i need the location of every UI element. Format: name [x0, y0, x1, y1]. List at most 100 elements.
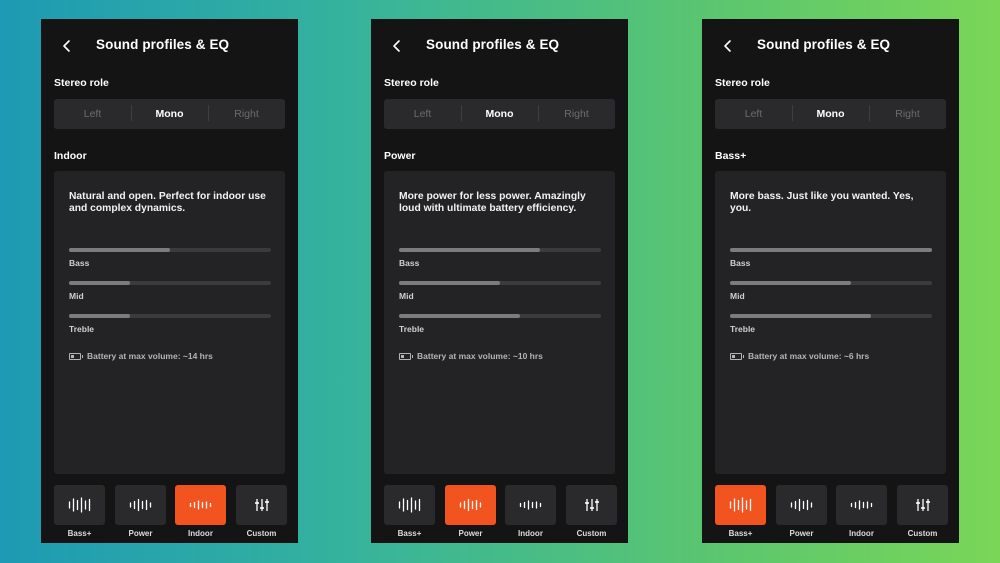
- stereo-option-left[interactable]: Left: [54, 108, 131, 120]
- indoor-waveform-icon: [850, 497, 874, 513]
- tab-button[interactable]: [505, 485, 556, 525]
- tab-button[interactable]: [836, 485, 887, 525]
- stereo-role-label: Stereo role: [384, 77, 439, 89]
- eq-track: [69, 314, 271, 318]
- eq-bar-mid: Mid: [730, 281, 932, 301]
- tab-indoor-waveform[interactable]: Indoor: [505, 485, 556, 538]
- phone-screen: Sound profiles & EQ Stereo role Left Mono Ri…: [702, 19, 959, 543]
- stereo-option-right[interactable]: Right: [208, 105, 285, 121]
- header: Sound profiles & EQ: [702, 35, 959, 57]
- profile-name: Power: [384, 150, 416, 162]
- bass-plus-waveform-icon: [729, 497, 753, 513]
- profile-tab-bar: Bass+ Power Indoor Custom: [384, 485, 617, 538]
- indoor-waveform-icon: [519, 497, 543, 513]
- back-chevron-icon[interactable]: [390, 36, 404, 56]
- eq-bar-label: Bass: [730, 258, 751, 268]
- tab-indoor-waveform[interactable]: Indoor: [836, 485, 887, 538]
- bass-plus-waveform-icon: [398, 497, 422, 513]
- tab-button[interactable]: [715, 485, 766, 525]
- profile-name: Bass+: [715, 150, 747, 162]
- eq-track: [399, 248, 601, 252]
- page-title: Sound profiles & EQ: [96, 37, 230, 52]
- power-waveform-icon: [129, 497, 153, 513]
- tab-button[interactable]: [897, 485, 948, 525]
- stereo-role-label: Stereo role: [715, 77, 770, 89]
- eq-bar-mid: Mid: [399, 281, 601, 301]
- eq-track: [69, 281, 271, 285]
- back-chevron-icon[interactable]: [721, 36, 735, 56]
- tab-power-waveform[interactable]: Power: [445, 485, 496, 538]
- eq-bar-label: Mid: [399, 291, 414, 301]
- header: Sound profiles & EQ: [41, 35, 298, 57]
- tab-button[interactable]: [566, 485, 617, 525]
- page-title: Sound profiles & EQ: [757, 37, 891, 52]
- tab-label: Custom: [907, 529, 938, 538]
- stereo-option-left[interactable]: Left: [715, 108, 792, 120]
- eq-bar-bass: Bass: [399, 248, 601, 268]
- eq-bar-label: Mid: [730, 291, 745, 301]
- profile-description: More power for less power. Amazingly lou…: [399, 191, 586, 215]
- profile-tab-bar: Bass+ Power Indoor Custom: [54, 485, 287, 538]
- tab-label: Indoor: [188, 529, 213, 538]
- tab-button[interactable]: [776, 485, 827, 525]
- stereo-option-right[interactable]: Right: [538, 105, 615, 121]
- phone-screen: Sound profiles & EQ Stereo role Left Mono Ri…: [371, 19, 628, 543]
- tab-indoor-waveform[interactable]: Indoor: [175, 485, 226, 538]
- profile-tab-bar: Bass+ Power Indoor Custom: [715, 485, 948, 538]
- header: Sound profiles & EQ: [371, 35, 628, 57]
- tab-button[interactable]: [236, 485, 287, 525]
- stereo-role-segmented-control: Left Mono Right: [54, 99, 285, 129]
- tab-label: Power: [458, 529, 483, 538]
- eq-bar-label: Treble: [69, 324, 95, 334]
- tab-custom-eq-sliders[interactable]: Custom: [236, 485, 287, 538]
- tab-button[interactable]: [54, 485, 105, 525]
- battery-text: Battery at max volume: ~6 hrs: [748, 351, 870, 361]
- stereo-option-left[interactable]: Left: [384, 108, 461, 120]
- eq-track: [399, 314, 601, 318]
- tab-custom-eq-sliders[interactable]: Custom: [897, 485, 948, 538]
- tab-label: Indoor: [518, 529, 543, 538]
- tab-label: Power: [128, 529, 153, 538]
- eq-bar-treble: Treble: [730, 314, 932, 334]
- tab-button[interactable]: [175, 485, 226, 525]
- profile-description: More bass. Just like you wanted. Yes, yo…: [730, 191, 914, 215]
- tab-button[interactable]: [384, 485, 435, 525]
- eq-bar-label: Bass: [399, 258, 420, 268]
- eq-fill: [69, 281, 130, 285]
- tab-bass-plus-waveform[interactable]: Bass+: [384, 485, 435, 538]
- tab-power-waveform[interactable]: Power: [776, 485, 827, 538]
- eq-bar-label: Bass: [69, 258, 90, 268]
- tab-bass-plus-waveform[interactable]: Bass+: [54, 485, 105, 538]
- page-title: Sound profiles & EQ: [426, 37, 560, 52]
- custom-eq-sliders-icon: [254, 497, 270, 513]
- back-chevron-icon[interactable]: [60, 36, 74, 56]
- eq-fill: [399, 248, 541, 252]
- battery-text: Battery at max volume: ~14 hrs: [87, 351, 213, 361]
- stereo-option-right[interactable]: Right: [869, 105, 946, 121]
- phone-screen: Sound profiles & EQ Stereo role Left Mono Ri…: [41, 19, 298, 543]
- eq-bar-label: Treble: [730, 324, 756, 334]
- stereo-option-mono[interactable]: Mono: [461, 105, 538, 121]
- power-waveform-icon: [459, 497, 483, 513]
- eq-track: [730, 314, 932, 318]
- eq-fill: [399, 314, 521, 318]
- stereo-option-mono[interactable]: Mono: [131, 105, 208, 121]
- eq-track: [69, 248, 271, 252]
- tab-custom-eq-sliders[interactable]: Custom: [566, 485, 617, 538]
- stereo-role-label: Stereo role: [54, 77, 109, 89]
- tab-button[interactable]: [445, 485, 496, 525]
- tab-power-waveform[interactable]: Power: [115, 485, 166, 538]
- stereo-option-mono[interactable]: Mono: [792, 105, 869, 121]
- tab-button[interactable]: [115, 485, 166, 525]
- tab-label: Bass+: [728, 529, 753, 538]
- indoor-waveform-icon: [189, 497, 213, 513]
- battery-info: Battery at max volume: ~10 hrs: [399, 351, 543, 361]
- battery-text: Battery at max volume: ~10 hrs: [417, 351, 543, 361]
- tab-label: Indoor: [849, 529, 874, 538]
- tab-bass-plus-waveform[interactable]: Bass+: [715, 485, 766, 538]
- eq-fill: [69, 314, 130, 318]
- eq-bar-treble: Treble: [69, 314, 271, 334]
- eq-fill: [69, 248, 170, 252]
- eq-track: [399, 281, 601, 285]
- battery-icon: [69, 352, 83, 360]
